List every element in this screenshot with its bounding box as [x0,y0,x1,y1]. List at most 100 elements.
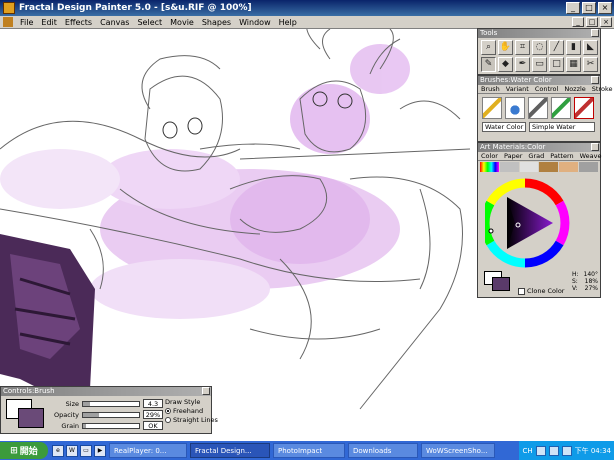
freehand-option[interactable]: Freehand [165,407,218,416]
tray-volume-icon[interactable] [548,445,559,456]
opacity-label: Opacity [53,410,79,419]
maximize-button[interactable]: □ [582,2,596,14]
doc-close-button[interactable]: × [600,17,612,27]
v-label: V: [572,285,578,292]
doc-restore-button[interactable]: □ [586,17,598,27]
controls-palette-close-button[interactable] [202,387,210,395]
pen-icon[interactable]: ✒ [515,57,530,72]
task-wowscreenshots[interactable]: WoWScreenSho... [421,443,495,458]
rect-icon[interactable]: □ [549,57,564,72]
tab-brush[interactable]: Brush [478,85,503,93]
line-icon[interactable]: ╱ [549,40,564,55]
art-materials-palette-title[interactable]: Art Materials:Color [478,143,600,152]
quick-launch-media-icon[interactable]: ▶ [94,444,106,457]
paint-bucket-icon[interactable]: ◣ [583,40,598,55]
art-materials-close-button[interactable] [591,143,599,151]
quick-launch-desktop-icon[interactable]: ▭ [80,444,92,457]
primary-color[interactable] [492,277,510,291]
crop-icon[interactable]: ⌗ [515,40,530,55]
tray-app-icon[interactable] [561,445,572,456]
straight-lines-option[interactable]: Straight Lines [165,416,218,425]
color-wheel[interactable] [485,173,595,273]
crayon-brush-icon[interactable] [551,97,571,119]
document-icon[interactable] [3,17,13,27]
freehand-radio[interactable] [165,408,171,414]
eraser-icon[interactable]: ▮ [566,40,581,55]
scissors-icon[interactable]: ✂ [583,57,598,72]
window-title: Fractal Design Painter 5.0 - [s&u.RIF @ … [19,3,252,13]
tray-network-icon[interactable] [535,445,546,456]
painter-app-icon[interactable] [3,2,15,14]
menu-shapes[interactable]: Shapes [198,18,235,27]
dropper-icon[interactable]: ◆ [498,57,513,72]
v-value: 27% [584,285,598,292]
tab-control[interactable]: Control [532,85,562,93]
clone-color-checkbox-row[interactable]: Clone Color [518,287,564,295]
pencil-brush-icon[interactable] [482,97,502,119]
controls-palette: Controls:Brush Size 4.3 Opacity 29% Grai… [0,386,218,434]
menu-canvas[interactable]: Canvas [96,18,133,27]
quick-launch-ie-icon[interactable]: e [52,444,64,457]
menu-select[interactable]: Select [133,18,166,27]
tab-pattern[interactable]: Pattern [547,152,576,160]
current-color-swatch[interactable] [484,271,510,291]
language-indicator[interactable]: CH [522,447,532,455]
task-fractal-design[interactable]: Fractal Design... [190,443,270,458]
variant-name-field[interactable]: Simple Water [529,122,595,132]
brush-icon[interactable]: ✎ [481,57,496,72]
selection-icon[interactable]: ▭ [532,57,547,72]
task-realplayer[interactable]: RealPlayer: 0... [109,443,187,458]
menu-effects[interactable]: Effects [61,18,96,27]
controls-color-swatch[interactable] [6,399,46,429]
tools-palette-close-button[interactable] [591,29,599,37]
menu-help[interactable]: Help [275,18,301,27]
grain-ok-button[interactable]: OK [143,421,163,430]
brushes-palette-close-button[interactable] [591,76,599,84]
menu-edit[interactable]: Edit [37,18,61,27]
lasso-icon[interactable]: ◌ [532,40,547,55]
tab-grad[interactable]: Grad [525,152,547,160]
minimize-button[interactable]: _ [566,2,580,14]
s-value: 18% [584,278,598,285]
tools-palette: Tools ⌕ ✋ ⌗ ◌ ╱ ▮ ◣ ✎ ◆ ✒ ▭ □ ▦ ✂ [477,28,601,75]
tools-palette-title[interactable]: Tools [478,29,600,38]
tab-stroke[interactable]: Stroke [589,85,614,93]
airbrush-icon[interactable] [528,97,548,119]
shape-icon[interactable]: ▦ [566,57,581,72]
opacity-slider[interactable] [82,411,140,418]
task-downloads[interactable]: Downloads [348,443,418,458]
size-slider[interactable] [82,400,140,407]
color-swatch-row[interactable] [480,162,598,172]
brush-name-field[interactable]: Water Color [482,122,526,132]
quick-launch-word-icon[interactable]: W [66,444,78,457]
grain-row: Grain OK [53,421,163,430]
controls-palette-title[interactable]: Controls:Brush [1,387,211,396]
straight-lines-radio[interactable] [165,417,171,423]
controls-primary-color[interactable] [18,408,44,428]
brushes-palette-title[interactable]: Brushes:Water Color [478,76,600,85]
opacity-value[interactable]: 29% [143,410,163,419]
brushes-palette: Brushes:Water Color Brush Variant Contro… [477,75,613,142]
opacity-row: Opacity 29% [53,410,163,419]
grain-label: Grain [61,421,79,430]
menu-movie[interactable]: Movie [166,18,198,27]
tab-nozzle[interactable]: Nozzle [561,85,588,93]
tab-variant[interactable]: Variant [503,85,532,93]
tab-weave[interactable]: Weave [577,152,605,160]
doc-minimize-button[interactable]: _ [572,17,584,27]
magnifier-icon[interactable]: ⌕ [481,40,496,55]
close-button[interactable]: × [598,2,612,14]
watercolor-brush-icon[interactable] [574,97,594,119]
tab-color[interactable]: Color [478,152,501,160]
menu-window[interactable]: Window [235,18,275,27]
grain-slider[interactable] [82,422,140,429]
tab-paper[interactable]: Paper [501,152,525,160]
app-window: Fractal Design Painter 5.0 - [s&u.RIF @ … [0,0,614,460]
clone-color-checkbox[interactable] [518,287,525,295]
grabber-icon[interactable]: ✋ [498,40,513,55]
water-drop-brush-icon[interactable] [505,97,525,119]
start-button[interactable]: ⊞ 開始 [0,442,48,459]
menu-file[interactable]: File [16,18,37,27]
size-value[interactable]: 4.3 [143,399,163,408]
task-photoimpact[interactable]: PhotoImpact [273,443,345,458]
